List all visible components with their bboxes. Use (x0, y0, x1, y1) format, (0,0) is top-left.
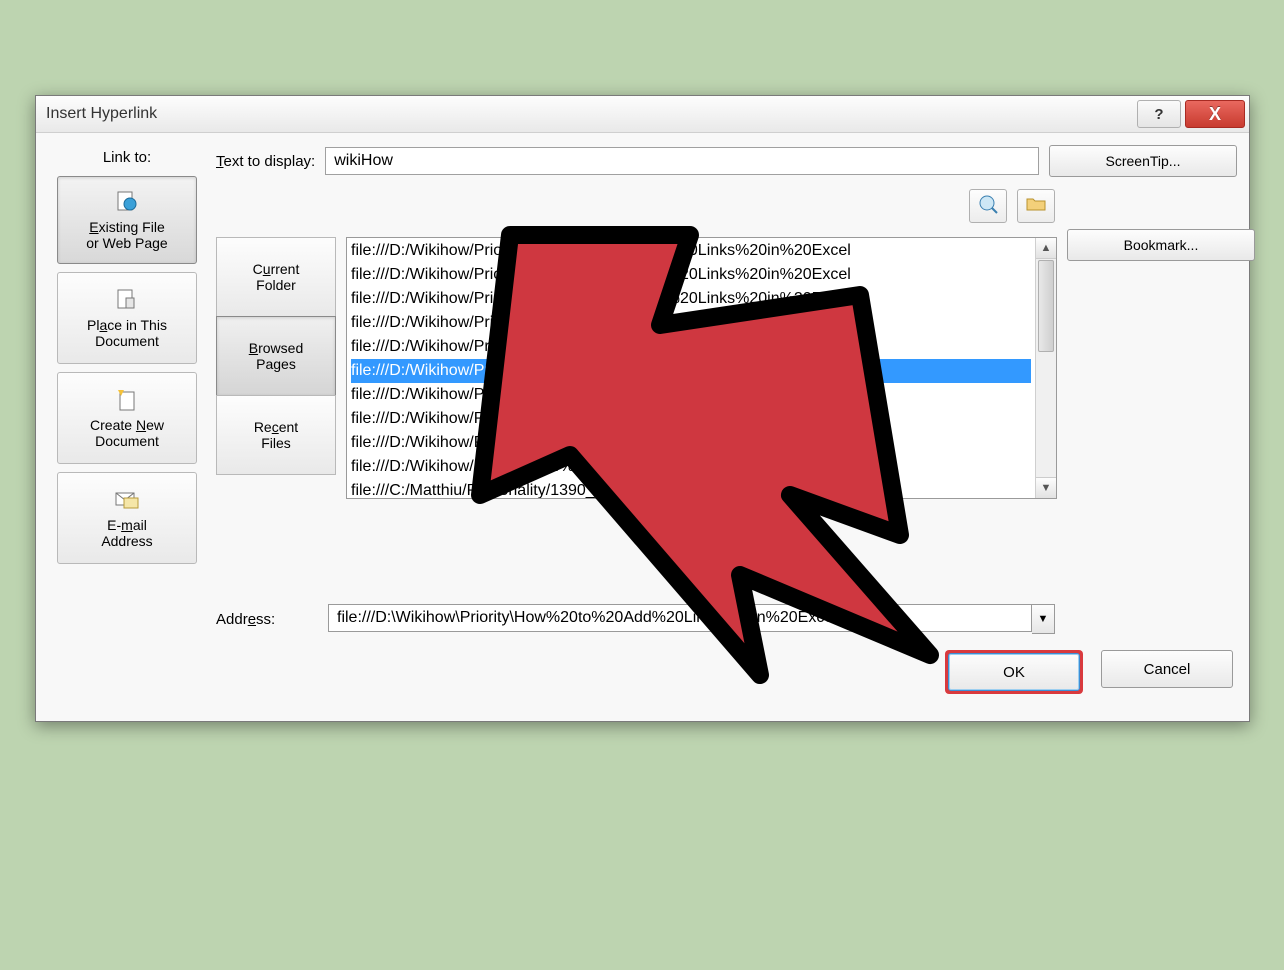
browse-web-button[interactable] (969, 189, 1007, 223)
list-item[interactable]: file:///D:/Wikihow/Priority/How%20to%20A… (351, 407, 1031, 431)
ok-highlight: OK (945, 650, 1083, 694)
scroll-thumb[interactable] (1038, 260, 1054, 352)
globe-page-icon (114, 189, 140, 215)
list-item[interactable]: file:///D:/Wikihow/Priority/How%20to%20A… (351, 287, 1031, 311)
scroll-down-button[interactable]: ▼ (1036, 477, 1056, 498)
close-button[interactable]: X (1185, 100, 1245, 128)
scrollbar[interactable]: ▲ ▼ (1035, 238, 1056, 498)
dialog-title: Insert Hyperlink (46, 105, 1137, 123)
list-item[interactable]: file:///D:/Wikihow/Priority/How%20to%20A… (351, 311, 1031, 335)
close-icon: X (1209, 104, 1221, 125)
text-to-display-label: Text to display: (216, 153, 315, 170)
list-item[interactable]: file:///D:/Wikihow/Priority/How%20to%20A… (351, 239, 1031, 263)
new-document-icon (114, 387, 140, 413)
text-to-display-input[interactable] (325, 147, 1039, 175)
link-to-panel: Link to: EExisting Filexisting Fileor We… (48, 145, 206, 694)
help-icon: ? (1154, 106, 1163, 123)
help-button[interactable]: ? (1137, 100, 1181, 128)
linkto-text-3b: Address (101, 533, 152, 549)
file-listbox[interactable]: file:///D:/Wikihow/Priority/How%20to%20A… (346, 237, 1057, 499)
list-item[interactable]: file:///D:/Wikihow/Priority/How%20to%20A… (351, 263, 1031, 287)
cancel-button[interactable]: Cancel (1101, 650, 1233, 688)
list-item[interactable]: file:///D:/Wikihow/Priority/How%20to%20A… (351, 383, 1031, 407)
link-to-existing-file[interactable]: EExisting Filexisting Fileor Web Page (57, 176, 197, 264)
list-item[interactable]: file:///D:/Wikihow/Priority/How%20to%20A… (351, 359, 1031, 383)
link-to-label: Link to: (103, 149, 151, 166)
ok-button[interactable]: OK (948, 653, 1080, 691)
address-input[interactable] (328, 604, 1032, 632)
email-icon (114, 487, 140, 513)
insert-hyperlink-dialog: Insert Hyperlink ? X Link to: EExisting … (35, 95, 1250, 722)
tab-browsed-pages[interactable]: BrowsedPages (216, 316, 336, 396)
list-item[interactable]: file:///D:/Wikihow/Priority/How%20to%20A… (351, 335, 1031, 359)
chevron-down-icon: ▼ (1038, 613, 1049, 625)
list-item[interactable]: file:///D:/Wikihow/Priority/How%20to%20A… (351, 431, 1031, 455)
list-item[interactable]: file:///C:/Matthiu/Personality/1390_9151… (351, 479, 1031, 498)
screentip-button[interactable]: ScreenTip... (1049, 145, 1237, 177)
tab-recent-files[interactable]: RecentFiles (216, 395, 336, 475)
web-search-icon (978, 194, 998, 219)
tab-current-folder[interactable]: CurrentFolder (216, 237, 336, 317)
linkto-text-2b: Document (95, 433, 159, 449)
titlebar: Insert Hyperlink ? X (36, 96, 1249, 133)
document-bookmark-icon (114, 287, 140, 313)
browse-tabs: CurrentFolder BrowsedPages RecentFiles (216, 237, 336, 594)
link-to-place-in-doc[interactable]: Place in ThisDocument (57, 272, 197, 364)
link-to-email[interactable]: E-mailAddress (57, 472, 197, 564)
address-label: Address: (216, 611, 316, 628)
browse-file-button[interactable] (1017, 189, 1055, 223)
linkto-text-0b: or Web Page (86, 235, 167, 251)
bookmark-button[interactable]: Bookmark... (1067, 229, 1255, 261)
address-dropdown-button[interactable]: ▼ (1032, 604, 1055, 634)
list-item[interactable]: file:///D:/Wikihow/Priority/How%20to%20A… (351, 455, 1031, 479)
linkto-text-1b: Document (95, 333, 159, 349)
folder-open-icon (1026, 196, 1046, 217)
scroll-up-button[interactable]: ▲ (1036, 238, 1056, 259)
link-to-create-new[interactable]: Create NewDocument (57, 372, 197, 464)
